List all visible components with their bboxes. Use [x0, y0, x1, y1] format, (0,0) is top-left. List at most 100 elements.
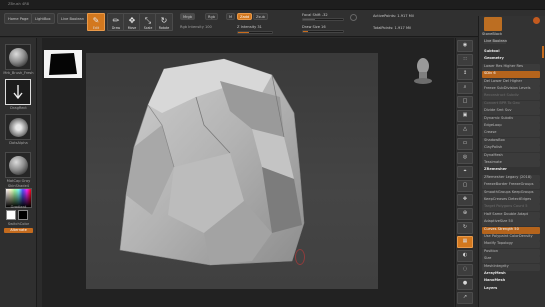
draw-icon: ✏: [112, 16, 120, 25]
tray-button-solo[interactable]: ●: [457, 278, 473, 290]
panel-row-sdiv-6[interactable]: SDiv 6: [482, 71, 540, 79]
m-button[interactable]: M: [226, 13, 236, 20]
panel-row-tessimate[interactable]: Tessimate: [482, 160, 540, 167]
draw-size-slider[interactable]: [302, 30, 344, 33]
move-icon: ✥: [462, 196, 468, 202]
panel-row-freeze-subdivision-levels[interactable]: Freeze SubDivision Levels: [482, 86, 540, 93]
alternate-button[interactable]: Alternate: [4, 228, 33, 233]
tray-button-zoom[interactable]: ⌕: [457, 82, 473, 94]
panel-row-convert-bpr-to-geo[interactable]: Convert BPR To Geo: [482, 100, 540, 108]
focal-shift-fill: [303, 19, 315, 20]
mrgb-button[interactable]: Mrgb: [180, 13, 196, 20]
panel-row-meshintegrity[interactable]: MeshIntegrity: [482, 263, 540, 271]
aahalf-icon: ▣: [462, 112, 468, 118]
solo-icon: ●: [462, 280, 468, 286]
tray-button-transp[interactable]: ◐: [457, 250, 473, 262]
tray-button-xpose[interactable]: ↗: [457, 292, 473, 304]
floor-icon: ▭: [462, 140, 468, 146]
panel-row-dynamic-subdiv[interactable]: Dynamic Subdiv: [482, 115, 540, 123]
panel-row-curves-strength-50[interactable]: Curves Strength 50: [482, 226, 540, 234]
gxyz-icon: ⌖: [463, 168, 467, 174]
tray-button-persp[interactable]: △: [457, 124, 473, 136]
stroke-thumbnail[interactable]: [5, 79, 31, 105]
panel-row-adaptivesize-50[interactable]: AdaptiveSize 50: [482, 219, 540, 227]
active-points-readout: ActivePoints: 1.917 Mil: [373, 14, 414, 18]
subtool-indicator-icon: [533, 17, 540, 24]
panel-row-edgeloop[interactable]: EdgeLoop: [482, 123, 540, 130]
zoom-icon: ⌕: [463, 84, 467, 90]
tray-button-frame[interactable]: ▢: [457, 180, 473, 192]
rgb-button[interactable]: Rgb: [205, 13, 219, 20]
zoom3d-icon: ⊕: [462, 210, 468, 216]
tray-button-floor[interactable]: ▭: [457, 138, 473, 150]
rgb-intensity-readout[interactable]: Rgb Intensity 100: [180, 25, 212, 29]
alpha-shape-icon: [49, 53, 77, 75]
panel-row-modify-topology[interactable]: Modify Topology: [482, 241, 540, 249]
panel-row-target-polygons-count-5[interactable]: Target Polygons Count 5: [482, 204, 540, 212]
tray-button-scroll[interactable]: ↕: [457, 68, 473, 80]
panel-row-keepcreases-detectedges[interactable]: KeepCreases DetectEdges: [482, 197, 540, 204]
brush-sphere-icon: [9, 48, 28, 67]
alpha-thumbnail[interactable]: [5, 114, 31, 140]
panel-row-smoothgroups-keepgroups[interactable]: SmoothGroups KeepGroups: [482, 189, 540, 197]
draw-label: Draw: [111, 26, 121, 30]
tray-button-bpr[interactable]: ◉: [457, 40, 473, 52]
panel-row-claypolish[interactable]: ClayPolish: [482, 145, 540, 153]
tray-button-local[interactable]: ◎: [457, 152, 473, 164]
panel-row-size[interactable]: Size: [482, 256, 540, 264]
tray-button-zoom3d[interactable]: ⊕: [457, 208, 473, 220]
panel-row-del-lower-del-higher[interactable]: Del Lower Del Higher: [482, 78, 540, 86]
navigation-head-icon[interactable]: [412, 56, 434, 84]
live-boolean-tool-thumbnail[interactable]: Live Boolean: [484, 39, 507, 44]
panel-row-half-same-double-adapt[interactable]: Half Same Double Adapt: [482, 211, 540, 219]
z-intensity-slider[interactable]: [237, 31, 273, 34]
material-thumbnail[interactable]: [5, 152, 31, 178]
brush-thumbnail[interactable]: [5, 44, 31, 70]
panel-row-shadowbox[interactable]: ShadowBox: [482, 137, 540, 145]
tray-button-rotate[interactable]: ↻: [457, 222, 473, 234]
panel-row-use-polypaint-colordensity[interactable]: Use Polypaint ColorDensity: [482, 234, 540, 241]
tray-button-move[interactable]: ✥: [457, 194, 473, 206]
actual-icon: □: [462, 98, 468, 104]
tray-button-gxyz[interactable]: ⌖: [457, 166, 473, 178]
live-boolean-button[interactable]: Live Boolean: [57, 13, 89, 24]
rock-mesh[interactable]: [112, 55, 337, 267]
transp-icon: ◐: [462, 252, 468, 258]
polyf-icon: ▦: [462, 238, 468, 244]
dynamic-size-icon[interactable]: [350, 14, 357, 21]
alpha-label: DotsAlpha: [9, 141, 28, 145]
panel-row-freezeborder-freezegroups[interactable]: FreezeBorder FreezeGroups: [482, 182, 540, 190]
zsub-button[interactable]: Zsub: [253, 13, 268, 20]
panel-row-zremesher: ZRemesher: [484, 167, 507, 172]
tray-button-aahalf[interactable]: ▣: [457, 110, 473, 122]
main-color-swatch[interactable]: [6, 210, 16, 220]
secondary-color-swatch[interactable]: [18, 210, 28, 220]
rotate-tool-button[interactable]: ↻ Rotate: [155, 13, 173, 31]
panel-row-reconstruct-subdiv[interactable]: Reconstruct Subdiv: [482, 93, 540, 101]
panel-row-lower-res-higher-res[interactable]: Lower Res Higher Res: [482, 63, 540, 71]
tray-button-polyf[interactable]: ▦: [457, 236, 473, 248]
draw-size-fill: [303, 31, 308, 32]
panel-row-dynamesh[interactable]: DynaMesh: [482, 152, 540, 160]
tray-button-ghost[interactable]: ◌: [457, 264, 473, 276]
tray-button-spix-3[interactable]: ∷: [457, 54, 473, 66]
tool-thumbnail[interactable]: [484, 17, 502, 31]
panel-row-position[interactable]: Position: [482, 248, 540, 256]
spix-3-icon: ∷: [463, 56, 467, 62]
panel-row-nanomesh: NanoMesh: [484, 278, 506, 283]
panel-row-divide-smt-suv[interactable]: Divide Smt Suv: [482, 108, 540, 116]
switch-color-button[interactable]: SwitchColor: [2, 222, 35, 226]
alpha-preview: [44, 50, 82, 78]
edit-tool-button[interactable]: ✎ Edit: [87, 13, 105, 31]
focal-shift-slider[interactable]: [302, 18, 344, 21]
zadd-button[interactable]: Zadd: [237, 13, 253, 20]
home-page-button[interactable]: Home Page: [4, 13, 33, 24]
tool-name: StoneBlock: [482, 32, 503, 36]
panel-row-crease[interactable]: Crease: [482, 130, 540, 138]
panel-scrollbar[interactable]: [542, 46, 544, 58]
ghost-icon: ◌: [462, 266, 468, 272]
panel-row-zremesher-legacy-2018[interactable]: ZRemesher Legacy (2018): [482, 174, 540, 182]
scale-icon: ⤡: [144, 16, 152, 25]
lightbox-button[interactable]: LightBox: [31, 13, 55, 24]
tray-button-actual[interactable]: □: [457, 96, 473, 108]
